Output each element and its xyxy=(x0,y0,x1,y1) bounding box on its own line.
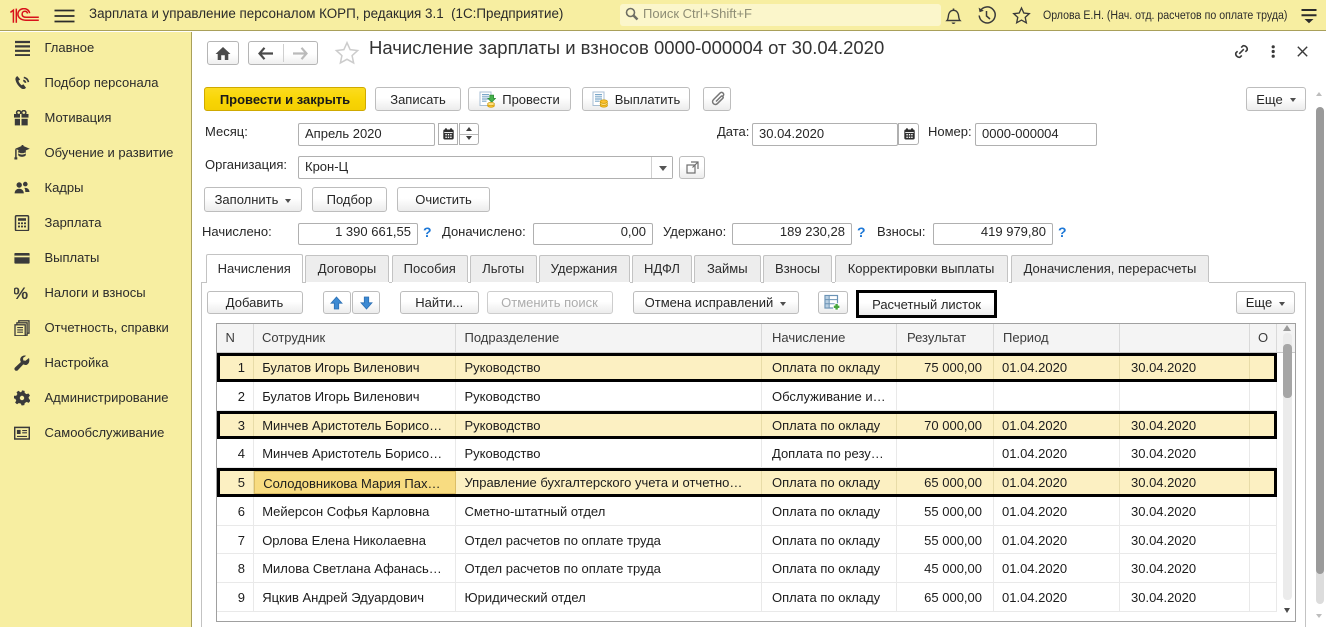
svg-text:%: % xyxy=(14,285,28,301)
